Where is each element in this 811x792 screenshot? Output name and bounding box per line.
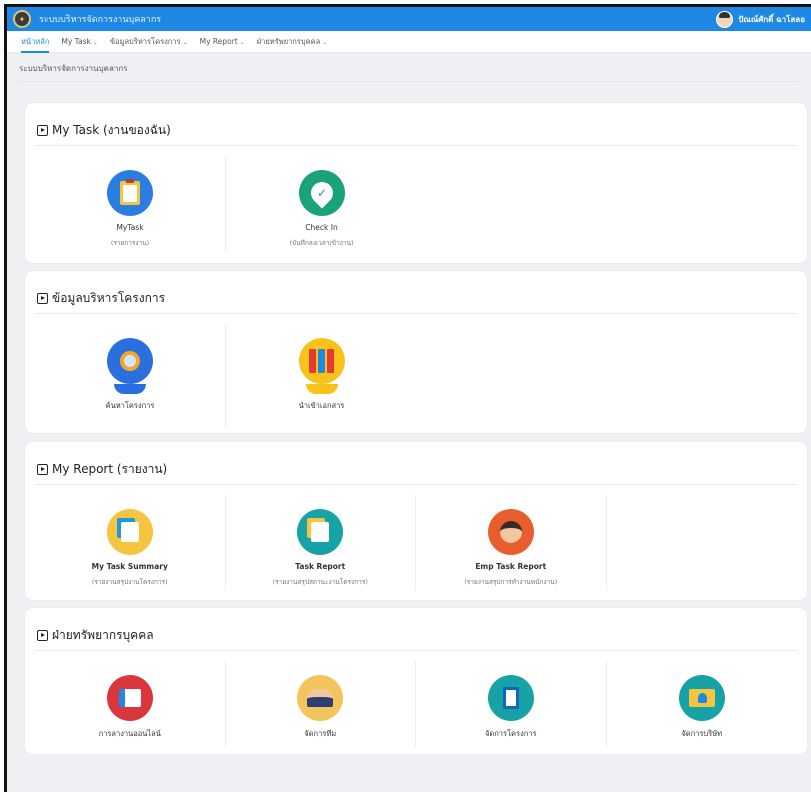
section-project-data: ข้อมูลบริหารโครงการ ค้นหาโครงการ นำเข้าเ…	[25, 271, 807, 433]
section-hr: ฝ่ายทรัพยากรบุคคล การลางานออนไลน์ จัดการ…	[25, 608, 807, 754]
section-my-task: My Task (งานของฉัน) MyTask (รายการงาน) ✓…	[25, 103, 807, 263]
team-icon	[297, 675, 344, 721]
play-square-icon	[37, 463, 48, 475]
app-title[interactable]: ระบบบริหารจัดการงานบุคลากร	[39, 12, 161, 26]
section-title: My Task (งานของฉัน)	[25, 103, 807, 139]
building-icon	[487, 675, 534, 721]
tile-empty	[607, 495, 798, 591]
nav-my-task[interactable]: My Task ⌄	[61, 37, 98, 46]
chevron-down-icon: ⌄	[182, 38, 188, 46]
tile-manage-projects[interactable]: จัดการโครงการ	[416, 661, 607, 747]
top-bar: ✦ ระบบบริหารจัดการงานบุคลากร ปัณณ์ศักดิ์…	[7, 7, 811, 31]
magnifier-icon	[107, 338, 153, 394]
tile-search-project[interactable]: ค้นหาโครงการ	[35, 324, 226, 428]
nav-project-data[interactable]: ข้อมูลบริหารโครงการ ⌄	[110, 36, 188, 48]
newspaper-icon	[106, 675, 153, 721]
tile-manage-team[interactable]: จัดการทีม	[226, 661, 416, 747]
play-square-icon	[37, 629, 48, 641]
folder-user-icon	[678, 675, 725, 721]
main-navigation: หน้าหลัก My Task ⌄ ข้อมูลบริหารโครงการ ⌄ M…	[7, 31, 811, 53]
tile-manage-company[interactable]: จัดการบริษัท	[607, 661, 798, 747]
employee-icon	[487, 509, 534, 555]
documents-icon	[297, 509, 344, 555]
binders-icon	[298, 338, 345, 394]
tile-my-task-summary[interactable]: My Task Summary (รายงานสรุปงานโครงการ)	[35, 495, 226, 591]
section-title: ข้อมูลบริหารโครงการ	[25, 271, 807, 307]
play-square-icon	[37, 292, 48, 304]
organization-logo-icon[interactable]: ✦	[13, 10, 31, 28]
tile-emp-task-report[interactable]: Emp Task Report (รายงานสรุปการทำงานพนักง…	[416, 495, 607, 591]
user-menu[interactable]: ปัณณ์ศักดิ์ ฉาโลลอ	[716, 10, 805, 28]
chevron-down-icon: ⌄	[92, 39, 98, 46]
document-check-icon	[106, 509, 153, 555]
divider	[19, 81, 799, 82]
section-title: My Report (รายงาน)	[25, 442, 807, 478]
breadcrumb: ระบบบริหารจัดการงานบุคลากร	[19, 64, 128, 73]
play-square-icon	[37, 124, 48, 136]
chevron-down-icon: ⌄	[239, 39, 245, 46]
app-window: ✦ ระบบบริหารจัดการงานบุคลากร ปัณณ์ศักดิ์…	[4, 4, 811, 792]
section-title: ฝ่ายทรัพยากรบุคคล	[25, 608, 807, 644]
nav-hr[interactable]: ฝ่ายทรัพยากรบุคคล ⌄	[257, 36, 328, 48]
tile-check-in[interactable]: ✓ Check In (บันทึกลงเวลาเข้างาน)	[226, 156, 417, 252]
location-check-icon: ✓	[298, 170, 345, 216]
nav-my-report[interactable]: My Report ⌄	[200, 37, 245, 46]
user-name: ปัณณ์ศักดิ์ ฉาโลลอ	[738, 14, 805, 24]
nav-home[interactable]: หน้าหลัก	[21, 36, 50, 53]
clipboard-icon	[107, 170, 153, 216]
chevron-down-icon: ⌄	[322, 38, 328, 46]
tile-online-leave[interactable]: การลางานออนไลน์	[35, 661, 226, 747]
tile-mytask[interactable]: MyTask (รายการงาน)	[35, 156, 226, 252]
section-my-report: My Report (รายงาน) My Task Summary (รายง…	[25, 442, 807, 600]
user-avatar[interactable]	[716, 10, 734, 28]
tile-task-report[interactable]: Task Report (รายงานสรุปสถานะงานโครงการ)	[226, 495, 416, 591]
tile-import-documents[interactable]: นำเข้าเอกสาร	[226, 324, 417, 428]
